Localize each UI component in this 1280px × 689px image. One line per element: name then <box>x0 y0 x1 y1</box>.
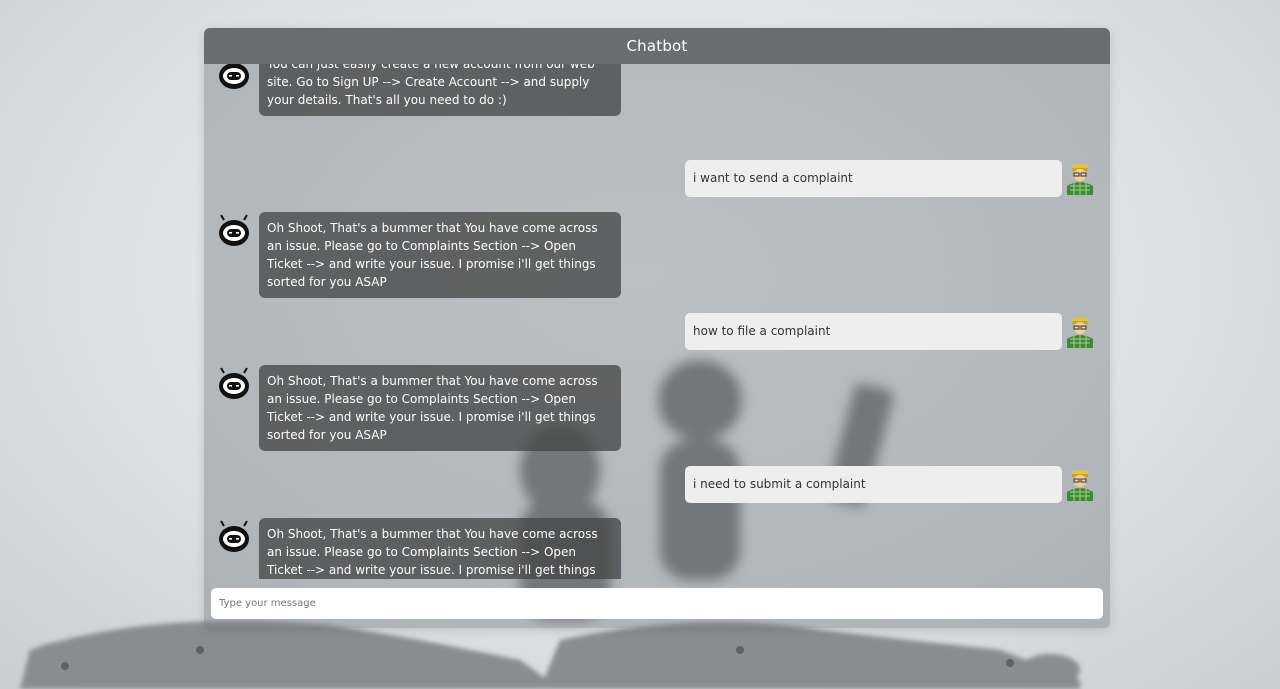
robot-face-icon <box>219 520 249 552</box>
bot-message-bubble: You can just easily create a new account… <box>259 64 621 116</box>
message-input[interactable] <box>211 588 1103 619</box>
user-message-bubble: i need to submit a complaint <box>685 466 1062 503</box>
message-list: You can just easily create a new account… <box>204 64 1110 579</box>
user-avatar-icon <box>1067 470 1093 501</box>
user-avatar-icon <box>1067 164 1093 195</box>
bot-message-bubble: Oh Shoot, That's a bummer that You have … <box>259 212 621 298</box>
robot-face-icon <box>219 64 249 89</box>
bot-message-bubble: Oh Shoot, That's a bummer that You have … <box>259 365 621 451</box>
chat-window: Chatbot You can just easily create a new… <box>204 28 1110 628</box>
user-avatar-icon <box>1067 317 1093 348</box>
chat-header-title: Chatbot <box>204 28 1110 64</box>
user-message-bubble: i want to send a complaint <box>685 160 1062 197</box>
user-message-bubble: how to file a complaint <box>685 313 1062 350</box>
bot-message-bubble: Oh Shoot, That's a bummer that You have … <box>259 518 621 579</box>
robot-face-icon <box>219 367 249 399</box>
robot-face-icon <box>219 214 249 246</box>
